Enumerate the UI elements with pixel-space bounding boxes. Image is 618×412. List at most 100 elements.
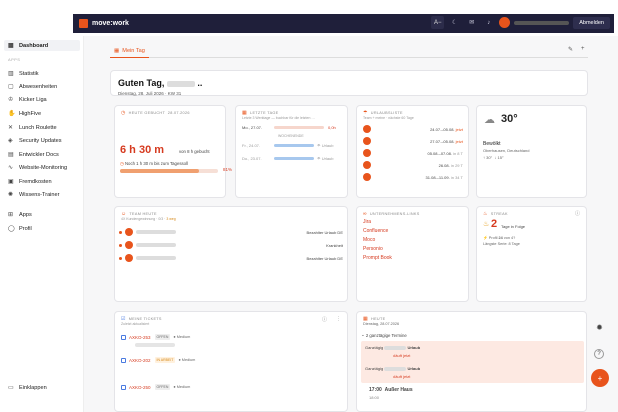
avatar bbox=[125, 241, 133, 249]
collapse-button[interactable]: ▭ Einklappen bbox=[4, 382, 80, 393]
link-prompt-book[interactable]: Prompt Book bbox=[363, 255, 392, 261]
event-status: • läuft jetzt bbox=[393, 353, 411, 358]
avatar bbox=[363, 149, 371, 157]
info-icon[interactable]: ⓘ bbox=[322, 316, 327, 323]
pulse-icon: ∿ bbox=[8, 164, 14, 171]
moon-icon[interactable]: ☾ bbox=[448, 16, 461, 29]
sidebar-item-profil[interactable]: ◯ Profil bbox=[4, 223, 80, 234]
tickets-subtitle: Zuletzt aktualisiert bbox=[121, 322, 150, 326]
sidebar-item-statistik[interactable]: ▥ Statistik bbox=[4, 68, 80, 79]
company-links-card: ∞ UNTERNEHMENS-LINKS Jira Confluence Moco… bbox=[356, 206, 469, 302]
day-row[interactable]: Fr., 24.07. ☂ Urlaub bbox=[242, 143, 334, 148]
calendar-icon: ▢ bbox=[8, 83, 14, 90]
sidebar-item-lunch[interactable]: ✕ Lunch Roulette bbox=[4, 122, 80, 133]
booked-progress bbox=[120, 169, 218, 173]
bell-icon[interactable]: ♪ bbox=[482, 16, 495, 29]
apps-icon: ⊞ bbox=[8, 211, 14, 218]
chevron-down-icon: ⌄ bbox=[361, 332, 365, 337]
sidebar-item-monitoring[interactable]: ∿ Website-Monitoring bbox=[4, 162, 80, 173]
sidebar-section-label: APPS bbox=[8, 57, 21, 62]
ticket-row[interactable]: AXKO-253 OFFEN ● Medium bbox=[121, 334, 190, 340]
more-icon[interactable]: ⋮ bbox=[336, 316, 341, 322]
link-confluence[interactable]: Confluence bbox=[363, 228, 388, 234]
collapse-icon: ▭ bbox=[8, 384, 14, 391]
weather-place: Oberhausen, Deutschland bbox=[483, 148, 530, 153]
vacation-row[interactable]: 26.08. in 29 T bbox=[363, 161, 463, 169]
my-tickets-card: ☑ MEINE TICKETS Zuletzt aktualisiert ⓘ ⋮ … bbox=[114, 311, 348, 412]
ticket-row[interactable]: AXKO-250 OFFEN ● Medium bbox=[121, 384, 190, 390]
event-row[interactable]: Ganztägig Urlaub bbox=[365, 366, 420, 371]
day-row[interactable]: Do., 23.07. ☂ Urlaub bbox=[242, 156, 334, 161]
vacation-subtitle: Team + meine · nächste 60 Tage bbox=[363, 116, 414, 120]
booked-today-card: ◷ HEUTE GEBUCHT 28.07.2026 6 h 30 m von 8… bbox=[114, 105, 232, 198]
event-row[interactable]: Ganztägig Urlaub bbox=[365, 345, 420, 350]
weather-temp: 30° bbox=[501, 113, 518, 125]
user-avatar[interactable] bbox=[499, 17, 511, 28]
sidebar-item-dashboard[interactable]: ▦ Dashboard bbox=[4, 40, 80, 51]
vacation-row[interactable]: 31.08.–11.09. in 34 T bbox=[363, 173, 463, 181]
link-moco[interactable]: Moco bbox=[363, 237, 375, 243]
vacation-list-card: ☂ URLAUBSLISTE Team + meine · nächste 60 … bbox=[356, 105, 469, 198]
sidebar-item-docs[interactable]: ▤ Entwickler Docs bbox=[4, 149, 80, 160]
umbrella-icon: ☂ bbox=[317, 143, 321, 148]
avatar bbox=[125, 228, 133, 236]
today-card: ▦ HEUTE Dienstag, 28.07.2026 ⌄ 2 ganztägi… bbox=[356, 311, 587, 412]
team-row[interactable]: Krankheit bbox=[119, 241, 343, 249]
edit-icon[interactable]: ✎ bbox=[568, 46, 573, 53]
sidebar-item-security[interactable]: ◈ Security Updates bbox=[4, 135, 80, 146]
team-row[interactable]: Bezahlter Urlaub DE bbox=[119, 228, 343, 236]
streak-unit: Tage in Folge bbox=[501, 224, 526, 229]
team-subtitle: 4X Kundengewinnung · 0/3 · 3 weg bbox=[121, 217, 176, 221]
user-name-blurred bbox=[514, 20, 570, 25]
logo-icon bbox=[79, 19, 88, 28]
ticket-row[interactable]: AXKO-202 IN ARBEIT ● Medium bbox=[121, 357, 195, 363]
add-icon[interactable]: + bbox=[581, 46, 585, 52]
sidebar-item-apps[interactable]: ⊞ Apps bbox=[4, 209, 80, 220]
main-content: ▦ Mein Tag ✎ + Guten Tag, .. Dienstag, 28… bbox=[84, 36, 618, 412]
avatar bbox=[363, 125, 371, 133]
next-event[interactable]: 17:00 Außer Haus bbox=[369, 387, 413, 393]
bolt-icon: ⚡ bbox=[483, 236, 488, 240]
vacation-row[interactable]: 05.08.–07.08. in 8 T bbox=[363, 149, 463, 157]
greeting-title: Guten Tag, .. bbox=[118, 78, 203, 88]
team-row[interactable]: Bezahlter Urlaub DE bbox=[119, 254, 343, 262]
sidebar: ▦ Dashboard APPS ▥ Statistik ▢ Abwesenheite… bbox=[0, 36, 84, 412]
add-fab-button[interactable]: + bbox=[591, 369, 609, 387]
vacation-row[interactable]: 24.07.–05.08. jetzt bbox=[363, 125, 463, 133]
sidebar-item-kicker[interactable]: ♔ Kicker Liga bbox=[4, 94, 80, 105]
user-name-blurred bbox=[166, 80, 195, 87]
help-icon[interactable]: ? bbox=[594, 349, 604, 359]
checkbox-icon bbox=[121, 357, 126, 363]
megaphone-icon[interactable]: ✉ bbox=[465, 16, 478, 29]
sidebar-item-fremdkosten[interactable]: ▣ Fremdkosten bbox=[4, 176, 80, 187]
logout-button[interactable]: Abmelden bbox=[573, 16, 610, 29]
sun-icon[interactable]: ✹ bbox=[592, 320, 607, 335]
trophy-icon: ♔ bbox=[8, 96, 14, 103]
sidebar-item-wissen[interactable]: ✺ Wissens-Trainer bbox=[4, 189, 80, 200]
umbrella-icon: ☂ bbox=[317, 156, 321, 161]
font-size-button[interactable]: A− bbox=[431, 16, 445, 29]
weather-desc: Bewölkt bbox=[483, 141, 501, 147]
sidebar-item-highfive[interactable]: ✋ HighFive bbox=[4, 108, 80, 119]
today-date: Dienstag, 28.07.2026 bbox=[363, 322, 400, 326]
link-jira[interactable]: Jira bbox=[363, 219, 371, 225]
vacation-row[interactable]: 27.07.–05.08. jetzt bbox=[363, 137, 463, 145]
weather-range: ↑ 30° ↓ 15° bbox=[483, 155, 504, 160]
last-days-card: ▦ LETZTE TAGE Letzte 3 Werktage — buchbar… bbox=[235, 105, 348, 198]
book-icon: ▤ bbox=[8, 151, 14, 158]
grid-icon: ▦ bbox=[8, 42, 14, 49]
sidebar-item-abwesenheiten[interactable]: ▢ Abwesenheiten bbox=[4, 81, 80, 92]
clock-icon: ◷ bbox=[121, 110, 126, 116]
days-subtitle: Letzte 3 Werktage — buchbar für die letz… bbox=[242, 116, 315, 120]
clock-icon: ◷ bbox=[120, 161, 124, 166]
allday-toggle[interactable]: ⌄ 2 ganztägige Termine bbox=[361, 332, 407, 338]
app-logo[interactable]: move:work bbox=[92, 20, 129, 27]
team-today-card: ☺ TEAM HEUTE 4X Kundengewinnung · 0/3 · 3… bbox=[114, 206, 348, 302]
info-icon[interactable]: ⓘ bbox=[575, 210, 580, 217]
booked-progress-fill bbox=[120, 169, 200, 173]
booked-remaining: ◷ Noch 1 h 30 m bis zum Tagessoll bbox=[120, 161, 188, 166]
day-row[interactable]: Mo., 27.07. 0,0h bbox=[242, 125, 336, 130]
avatar bbox=[363, 161, 371, 169]
tab-mein-tag[interactable]: ▦ Mein Tag bbox=[110, 44, 149, 58]
link-personio[interactable]: Personio bbox=[363, 246, 383, 252]
